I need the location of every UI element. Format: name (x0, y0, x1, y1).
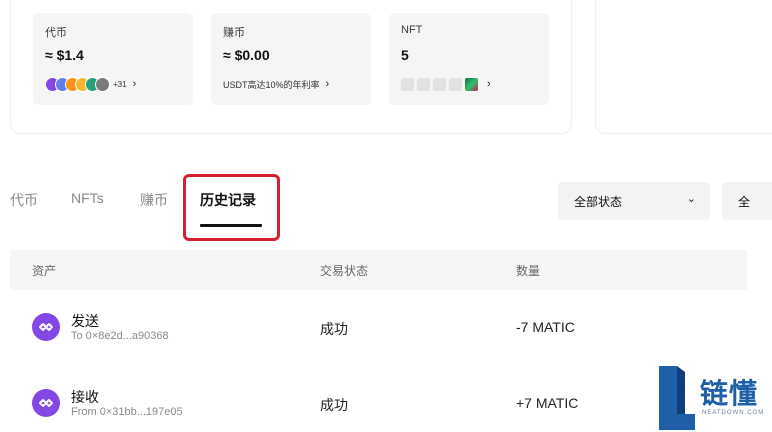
tokens-card[interactable]: 代币 ≈ $1.4 +31 › (33, 13, 193, 105)
tab-nfts[interactable]: NFTs (71, 190, 104, 206)
nft-thumbnail (465, 77, 478, 91)
watermark-subtext: NEATDOWN.COM (702, 410, 765, 416)
earn-promo-link[interactable]: USDT高达10%的年利率 › (223, 75, 329, 93)
coin-stack[interactable]: +31 › (45, 75, 136, 93)
earn-promo-text: USDT高达10%的年利率 (223, 79, 320, 90)
secondary-filter-dropdown[interactable]: 全 (722, 182, 772, 220)
transaction-amount: +7 MATIC (516, 395, 579, 411)
column-status: 交易状态 (320, 264, 369, 278)
highlight-annotation (183, 174, 280, 241)
transaction-type: 接收 (71, 389, 99, 405)
transaction-status: 成功 (320, 321, 348, 337)
nft-thumbnail (433, 77, 446, 91)
table-row[interactable]: 接收 From 0×31bb...197e05 成功 +7 MATIC (10, 368, 747, 432)
nft-thumbnails[interactable]: › (401, 75, 491, 93)
nft-thumbnail (449, 77, 462, 91)
tab-earn[interactable]: 赚币 (140, 190, 168, 210)
chevron-right-icon: › (132, 78, 137, 90)
transaction-address: To 0×8e2d...a90368 (71, 330, 169, 342)
tab-tokens[interactable]: 代币 (10, 190, 38, 210)
nft-thumbnail (401, 77, 414, 91)
table-header: 资产 交易状态 数量 (10, 250, 747, 290)
nft-count: 5 (401, 47, 409, 63)
earn-label: 赚币 (223, 27, 245, 39)
secondary-filter-value: 全 (738, 195, 751, 209)
status-filter-value: 全部状态 (574, 195, 623, 209)
more-coins-count: +31 (113, 79, 127, 89)
transaction-type: 发送 (71, 313, 99, 329)
earn-card[interactable]: 赚币 ≈ $0.00 USDT高达10%的年利率 › (211, 13, 371, 105)
side-panel-card (595, 0, 772, 134)
transaction-status: 成功 (320, 397, 348, 413)
nft-thumbnail (417, 77, 430, 91)
polygon-icon (32, 313, 60, 341)
tokens-label: 代币 (45, 27, 67, 39)
earn-value: ≈ $0.00 (223, 47, 270, 63)
ltc-icon (95, 76, 110, 92)
transaction-amount: -7 MATIC (516, 319, 575, 335)
watermark-text: 链懂 (700, 378, 759, 409)
nft-card[interactable]: NFT 5 › (389, 13, 549, 105)
chevron-right-icon: › (325, 78, 330, 90)
column-asset: 资产 (32, 264, 57, 278)
chevron-down-icon: ⌄ (686, 193, 696, 205)
transaction-address: From 0×31bb...197e05 (71, 406, 183, 418)
polygon-icon (32, 389, 60, 417)
nft-label: NFT (401, 24, 423, 36)
watermark-logo-icon (659, 366, 695, 430)
table-row[interactable]: 发送 To 0×8e2d...a90368 成功 -7 MATIC (10, 292, 747, 364)
chevron-right-icon: › (487, 78, 491, 90)
status-filter-dropdown[interactable]: 全部状态 ⌄ (558, 182, 710, 220)
tokens-value: ≈ $1.4 (45, 47, 84, 63)
column-amount: 数量 (516, 264, 541, 278)
asset-overview: 代币 ≈ $1.4 +31 › 赚币 ≈ $0.00 USDT高达10%的年利率… (10, 0, 572, 134)
